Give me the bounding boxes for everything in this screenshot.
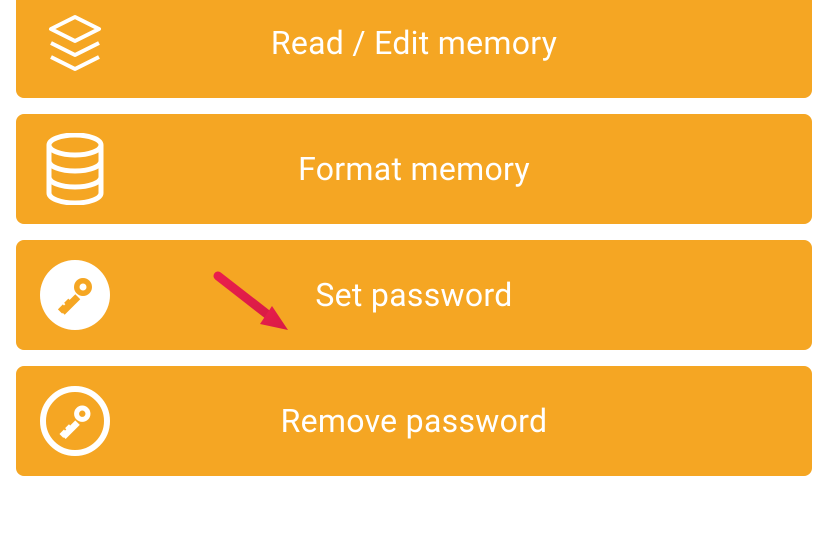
key-icon (40, 260, 110, 330)
menu-item-label: Format memory (110, 150, 788, 188)
database-icon (40, 134, 110, 204)
menu-item-format-memory[interactable]: Format memory (16, 114, 812, 224)
menu-item-label: Read / Edit memory (110, 24, 788, 62)
menu-item-label: Remove password (110, 402, 788, 440)
layers-icon (40, 8, 110, 78)
menu-list: Read / Edit memory Format memory (0, 0, 828, 476)
key-outline-icon (40, 386, 110, 456)
menu-item-label: Set password (110, 276, 788, 314)
menu-item-read-edit-memory[interactable]: Read / Edit memory (16, 0, 812, 98)
menu-item-remove-password[interactable]: Remove password (16, 366, 812, 476)
menu-item-set-password[interactable]: Set password (16, 240, 812, 350)
